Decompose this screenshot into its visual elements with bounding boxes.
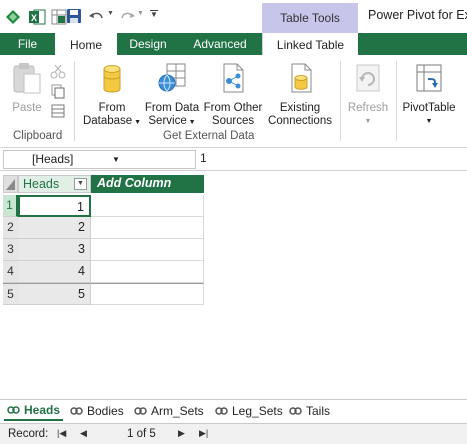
sheet-tab-leg-sets[interactable]: Leg_Sets	[212, 400, 286, 421]
database-icon	[103, 65, 121, 93]
table-cell[interactable]: 4	[18, 261, 91, 283]
table-link-icon	[70, 406, 83, 415]
redo-dropdown-icon[interactable]: ▼	[137, 10, 144, 28]
add-column-cell[interactable]	[91, 283, 204, 305]
add-column-cell[interactable]	[91, 217, 204, 239]
record-label: Record:	[8, 428, 49, 440]
sheet-tab-arm-sets[interactable]: Arm_Sets	[131, 400, 207, 421]
refresh-button[interactable]: Refresh ▼	[344, 61, 392, 128]
previous-record-icon[interactable]: ◀	[80, 428, 87, 439]
dropdown-arrow-icon: ▼	[186, 119, 196, 126]
data-grid: Heads ▼ Add Column 1 2 3 4 5 1 2 3 4 5	[0, 171, 467, 399]
excel-icon[interactable]: X	[28, 8, 46, 26]
formula-bar: [Heads] ▼ 1	[0, 148, 467, 171]
column-filter-icon[interactable]: ▼	[74, 178, 87, 190]
copy-icon[interactable]	[50, 83, 66, 99]
group-label-clipboard: Clipboard	[13, 130, 63, 142]
data-service-icon	[158, 63, 186, 92]
formula-value[interactable]: 1	[200, 151, 207, 165]
ribbon: Paste Clipboard From Database ▼ From Dat	[0, 55, 467, 148]
tab-design[interactable]: Design	[117, 33, 179, 55]
tab-advanced[interactable]: Advanced	[179, 33, 261, 55]
cut-icon[interactable]	[50, 63, 66, 79]
add-column-cell[interactable]	[91, 239, 204, 261]
table-cell[interactable]: 5	[18, 283, 91, 305]
power-pivot-icon	[5, 9, 21, 25]
undo-dropdown-icon[interactable]: ▼	[107, 10, 114, 28]
table-cell[interactable]: 3	[18, 239, 91, 261]
copy-table-icon[interactable]	[50, 103, 66, 119]
row-header[interactable]: 4	[3, 261, 18, 283]
ribbon-separator	[340, 61, 341, 141]
next-record-icon[interactable]: ▶	[178, 428, 185, 439]
record-position: 1 of 5	[127, 428, 156, 440]
refresh-icon	[356, 64, 380, 92]
existing-connections-button[interactable]: Existing Connections	[265, 61, 335, 128]
name-box-dropdown-icon[interactable]: ▼	[112, 151, 120, 168]
tab-file[interactable]: File	[0, 33, 55, 55]
tab-home[interactable]: Home	[55, 33, 117, 56]
from-other-sources-button[interactable]: From Other Sources	[202, 61, 264, 128]
tab-linked-table[interactable]: Linked Table	[262, 33, 358, 56]
svg-text:X: X	[31, 13, 37, 23]
redo-icon[interactable]	[118, 8, 136, 26]
table-link-icon	[289, 406, 302, 415]
row-header[interactable]: 1	[3, 195, 18, 217]
column-header-heads[interactable]: Heads ▼	[18, 175, 91, 193]
from-database-button[interactable]: From Database ▼	[80, 61, 144, 129]
paste-button[interactable]: Paste	[6, 61, 48, 115]
title-bar: X ▼ ▼ ▼ Table Tools Power Pivot for Exc	[0, 0, 467, 33]
sheet-tab-heads[interactable]: Heads	[4, 400, 64, 421]
add-column-cell[interactable]	[91, 195, 204, 217]
row-header[interactable]: 3	[3, 239, 18, 261]
table-cell-selected[interactable]: 1	[18, 195, 91, 217]
ribbon-tabs: File Home Design Advanced Linked Table	[0, 33, 467, 56]
customize-qat-icon[interactable]: ▼	[150, 10, 158, 28]
table-link-icon	[215, 406, 228, 415]
paste-icon	[13, 63, 41, 94]
group-label-get-external-data: Get External Data	[163, 130, 255, 142]
select-all-corner[interactable]	[3, 175, 18, 193]
window-title: Power Pivot for Exc	[368, 8, 467, 22]
from-data-service-button[interactable]: From Data Service ▼	[143, 61, 201, 129]
table-link-icon	[134, 406, 147, 415]
table-cell[interactable]: 2	[18, 217, 91, 239]
sheet-tab-bodies[interactable]: Bodies	[67, 400, 127, 421]
pivottable-icon	[416, 64, 442, 92]
existing-connections-icon	[291, 63, 312, 93]
add-column-cell[interactable]	[91, 261, 204, 283]
first-record-icon[interactable]: |◀	[57, 428, 66, 439]
save-icon[interactable]	[66, 8, 82, 26]
status-bar: Record: |◀ ◀ 1 of 5 ▶ ▶|	[0, 423, 467, 444]
other-sources-icon	[223, 63, 244, 93]
table-tools-contextual-tab: Table Tools	[262, 3, 358, 33]
row-header[interactable]: 5	[3, 283, 18, 305]
ribbon-separator	[74, 61, 75, 141]
table-link-icon	[7, 405, 20, 414]
dropdown-arrow-icon: ▼	[132, 119, 142, 126]
undo-icon[interactable]	[88, 8, 106, 26]
ribbon-separator	[396, 61, 397, 141]
sheet-tab-tails[interactable]: Tails	[286, 400, 333, 421]
last-record-icon[interactable]: ▶|	[199, 428, 208, 439]
name-box[interactable]: [Heads] ▼	[3, 150, 196, 169]
add-column-header[interactable]: Add Column	[91, 175, 204, 193]
row-header[interactable]: 2	[3, 217, 18, 239]
pivottable-button[interactable]: PivotTable ▼	[400, 61, 458, 128]
sheet-tabs: Heads Bodies Arm_Sets Leg_Sets Tails	[0, 399, 467, 421]
